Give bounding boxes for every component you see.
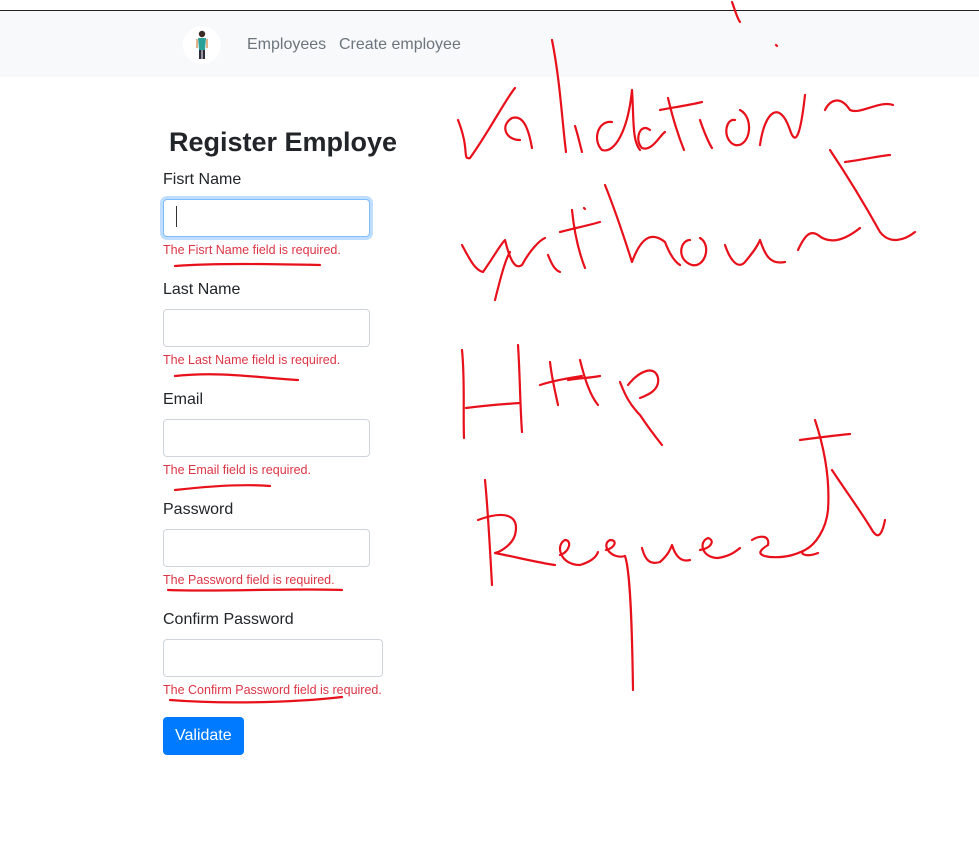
email-input[interactable] <box>163 419 370 457</box>
confirm-password-label: Confirm Password <box>163 611 294 628</box>
underline-email <box>173 484 272 492</box>
first-name-label: Fisrt Name <box>163 171 242 188</box>
underline-confirm-password <box>168 695 344 704</box>
ink-http <box>460 343 664 447</box>
underline-first-name <box>173 262 322 268</box>
password-label: Password <box>163 501 234 518</box>
nav-link-employees[interactable]: Employees <box>247 36 326 54</box>
first-name-input[interactable] <box>163 199 370 237</box>
person-avatar-icon[interactable] <box>183 26 221 64</box>
handwritten-annotation <box>166 0 917 704</box>
underline-last-name <box>173 373 300 382</box>
ink-request <box>476 418 887 692</box>
nav-link-create-employee[interactable]: Create employee <box>339 36 461 54</box>
text-caret <box>176 206 177 227</box>
confirm-password-error: The Confirm Password field is required. <box>163 683 382 697</box>
email-label: Email <box>163 391 204 408</box>
password-input[interactable] <box>163 529 370 567</box>
confirm-password-input[interactable] <box>163 639 383 677</box>
validate-button[interactable]: Validate <box>163 717 244 755</box>
navbar: Employees Create employee <box>0 11 979 77</box>
password-error: The Password field is required. <box>163 573 335 587</box>
last-name-error: The Last Name field is required. <box>163 353 341 367</box>
last-name-label: Last Name <box>163 281 241 298</box>
last-name-input[interactable] <box>163 309 370 347</box>
email-error: The Email field is required. <box>163 463 311 477</box>
page-title: Register Employe <box>169 127 398 157</box>
ink-without <box>460 148 917 302</box>
first-name-error: The Fisrt Name field is required. <box>163 243 341 257</box>
underline-password <box>166 588 344 592</box>
